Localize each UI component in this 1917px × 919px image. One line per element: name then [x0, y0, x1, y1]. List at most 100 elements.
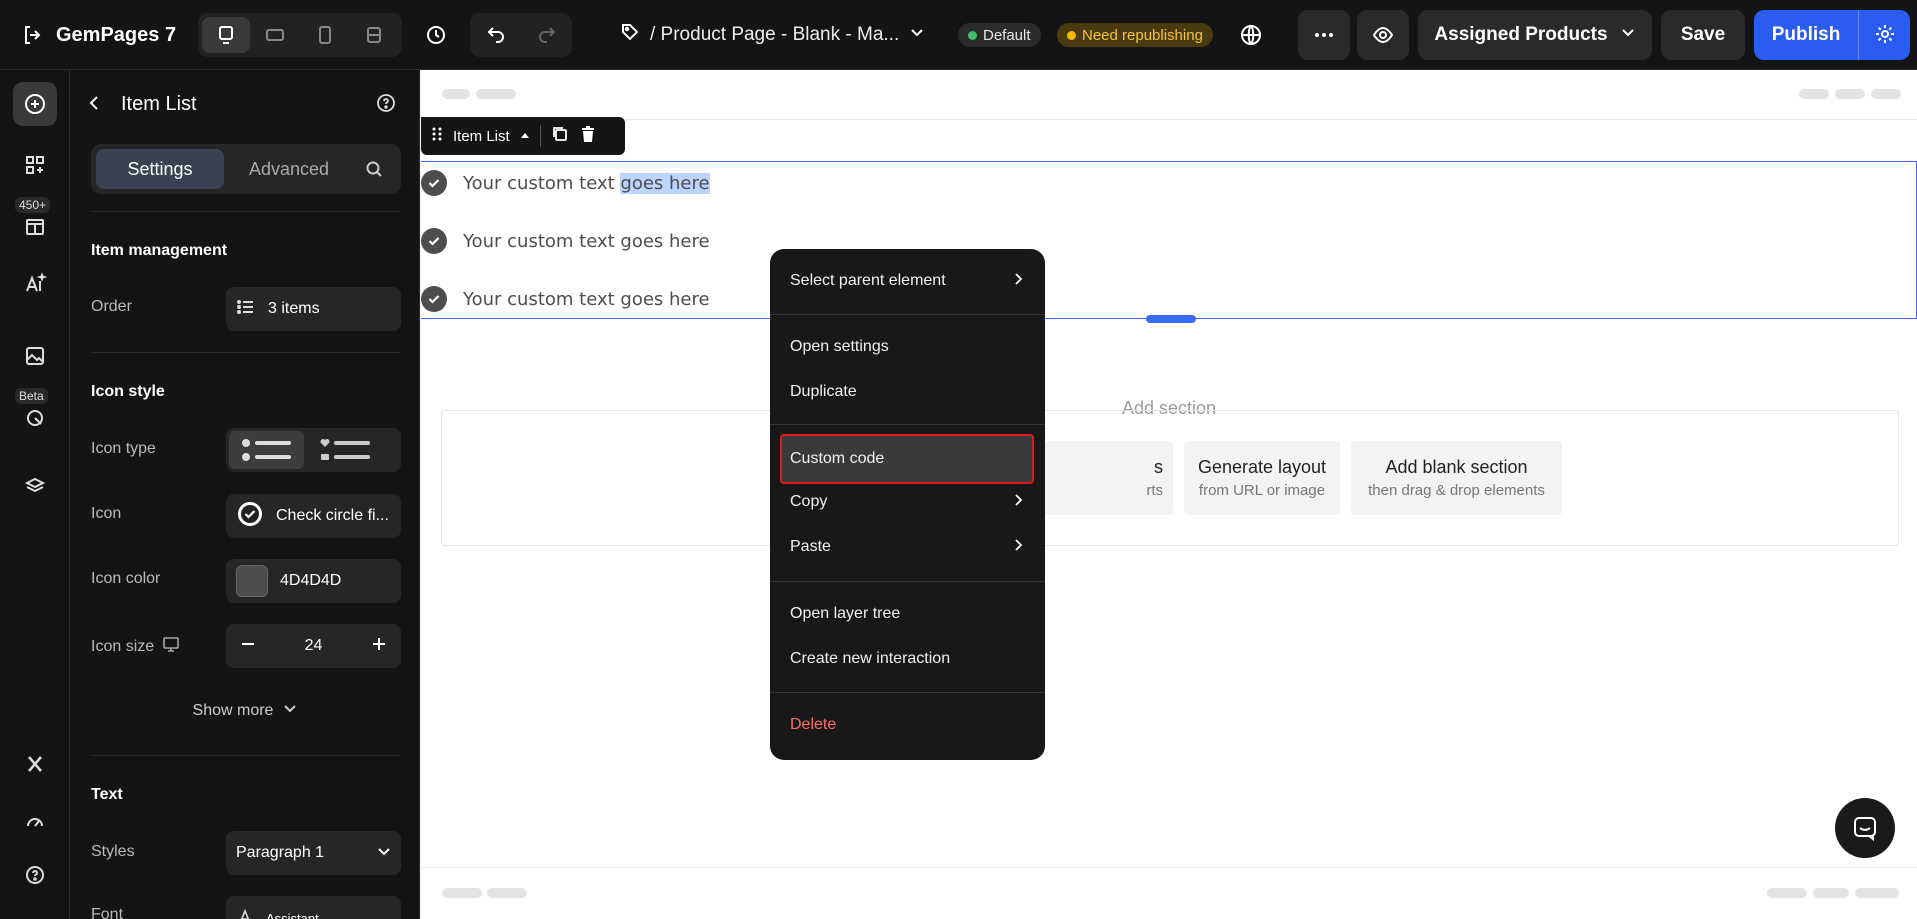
assigned-products-button[interactable]: Assigned Products — [1418, 10, 1652, 60]
device-switcher — [198, 13, 402, 57]
drag-handle-icon[interactable] — [431, 126, 443, 146]
icon-color-value: 4D4D4D — [280, 572, 342, 589]
icon-color-field[interactable]: 4D4D4D — [226, 559, 401, 603]
list-item[interactable]: Your custom text goes here — [421, 226, 710, 256]
menu-item-copy[interactable]: Copy — [770, 482, 1045, 522]
menu-item-select-parent[interactable]: Select parent element — [770, 261, 1045, 301]
search-icon[interactable] — [354, 149, 394, 189]
menu-item-create-interaction[interactable]: Create new interaction — [770, 639, 1045, 679]
list-item[interactable]: Your custom text goes here — [421, 168, 710, 198]
icon-type-list-option[interactable] — [229, 431, 304, 469]
duplicate-icon[interactable] — [551, 125, 569, 147]
card-title: Add blank section — [1385, 457, 1528, 477]
mobile-view-button[interactable] — [301, 17, 349, 53]
plus-icon[interactable] — [371, 636, 387, 657]
editor-canvas[interactable]: Item List Your custom text goes here You… — [421, 70, 1917, 919]
pages-button[interactable] — [13, 334, 57, 378]
add-blank-section-card[interactable]: Add blank section then drag & drop eleme… — [1351, 441, 1562, 515]
list-item-text: Your custom text goes here — [463, 288, 710, 310]
more-options-button[interactable] — [1298, 10, 1350, 60]
redo-icon[interactable] — [536, 23, 558, 48]
page-selector[interactable]: / Product Page - Blank - Ma... — [620, 13, 925, 57]
chevron-right-icon — [1011, 538, 1025, 557]
panel-header: Item List — [70, 82, 419, 126]
undo-redo-group — [470, 13, 572, 57]
warning-dot — [1067, 30, 1076, 40]
list-item[interactable]: Your custom text goes here — [421, 284, 710, 314]
color-swatch[interactable] — [236, 565, 268, 597]
status-dot — [968, 30, 977, 40]
desktop-view-button[interactable] — [202, 17, 250, 53]
tab-settings[interactable]: Settings — [96, 149, 224, 189]
x-tools-button[interactable] — [13, 742, 57, 786]
chevron-right-icon — [1011, 272, 1025, 291]
styles-select[interactable]: Paragraph 1 — [226, 831, 401, 875]
trash-icon[interactable] — [579, 125, 597, 147]
context-menu: Select parent element Open settings Dupl… — [770, 249, 1045, 760]
menu-divider — [770, 581, 1045, 582]
undo-icon[interactable] — [485, 23, 507, 48]
menu-item-duplicate[interactable]: Duplicate — [770, 372, 1045, 412]
status-badge-republish: Need republishing — [1057, 23, 1213, 47]
font-select[interactable]: Assistant — [226, 896, 401, 919]
templates-button[interactable] — [13, 204, 57, 248]
minus-icon[interactable] — [240, 636, 256, 657]
elements-button[interactable] — [13, 143, 57, 187]
performance-button[interactable] — [13, 800, 57, 844]
font-label: Font — [91, 906, 124, 919]
menu-item-open-layer-tree[interactable]: Open layer tree — [770, 594, 1045, 634]
responsive-view-button[interactable] — [351, 17, 399, 53]
section-title-text: Text — [91, 786, 123, 803]
menu-item-delete[interactable]: Delete — [770, 705, 1045, 745]
add-element-button[interactable] — [13, 82, 57, 126]
back-arrow-icon[interactable] — [86, 94, 104, 115]
assigned-products-label: Assigned Products — [1434, 24, 1608, 45]
status-label: Default — [983, 26, 1031, 44]
exit-icon — [20, 22, 46, 48]
skeleton-bar — [1813, 888, 1849, 898]
menu-item-open-settings[interactable]: Open settings — [770, 327, 1045, 367]
chat-support-button[interactable] — [1835, 798, 1895, 858]
publish-button[interactable]: Publish — [1754, 10, 1858, 60]
header-placeholder — [421, 70, 1917, 120]
left-rail: 450+ Beta — [0, 70, 70, 919]
chevron-down-icon — [1620, 24, 1636, 46]
show-more-label: Show more — [192, 701, 274, 719]
menu-item-custom-code[interactable]: Custom code — [780, 434, 1034, 484]
tag-icon — [620, 22, 640, 48]
item-list-tag[interactable]: Item List — [421, 117, 625, 155]
icon-type-mixed-option[interactable] — [308, 431, 383, 469]
order-field[interactable]: 3 items — [226, 287, 401, 331]
show-more-button[interactable]: Show more — [70, 701, 419, 720]
preview-button[interactable] — [1357, 10, 1409, 60]
tag-divider — [539, 125, 541, 147]
chevron-down-icon — [909, 24, 925, 46]
skeleton-bar — [487, 888, 527, 898]
check-circle-icon — [421, 286, 447, 312]
app-logo[interactable]: GemPages 7 — [20, 20, 176, 50]
interactions-button[interactable] — [13, 396, 57, 440]
check-circle-icon — [421, 170, 447, 196]
section-title-item-management: Item management — [91, 242, 228, 259]
tab-advanced[interactable]: Advanced — [224, 149, 354, 189]
history-button[interactable] — [414, 13, 458, 57]
publish-settings-button[interactable] — [1858, 10, 1910, 60]
caret-up-icon[interactable] — [520, 128, 530, 145]
divider — [91, 211, 401, 212]
resize-handle[interactable] — [1146, 315, 1196, 323]
icon-size-value[interactable]: 24 — [305, 637, 323, 655]
font-value: Assistant — [266, 910, 319, 919]
help-icon[interactable] — [376, 93, 396, 116]
language-button[interactable] — [1229, 13, 1273, 57]
layers-button[interactable] — [13, 465, 57, 509]
divider — [91, 755, 401, 756]
save-button[interactable]: Save — [1661, 10, 1745, 60]
skeleton-bar — [1767, 888, 1807, 898]
menu-item-paste[interactable]: Paste — [770, 527, 1045, 567]
icon-picker[interactable]: Check circle fi... — [226, 494, 401, 538]
page-title: / Product Page - Blank - Ma... — [650, 24, 900, 45]
help-button[interactable] — [13, 853, 57, 897]
tablet-landscape-button[interactable] — [252, 17, 300, 53]
ai-button[interactable] — [13, 262, 57, 306]
generate-layout-card[interactable]: Generate layout from URL or image — [1184, 441, 1340, 515]
